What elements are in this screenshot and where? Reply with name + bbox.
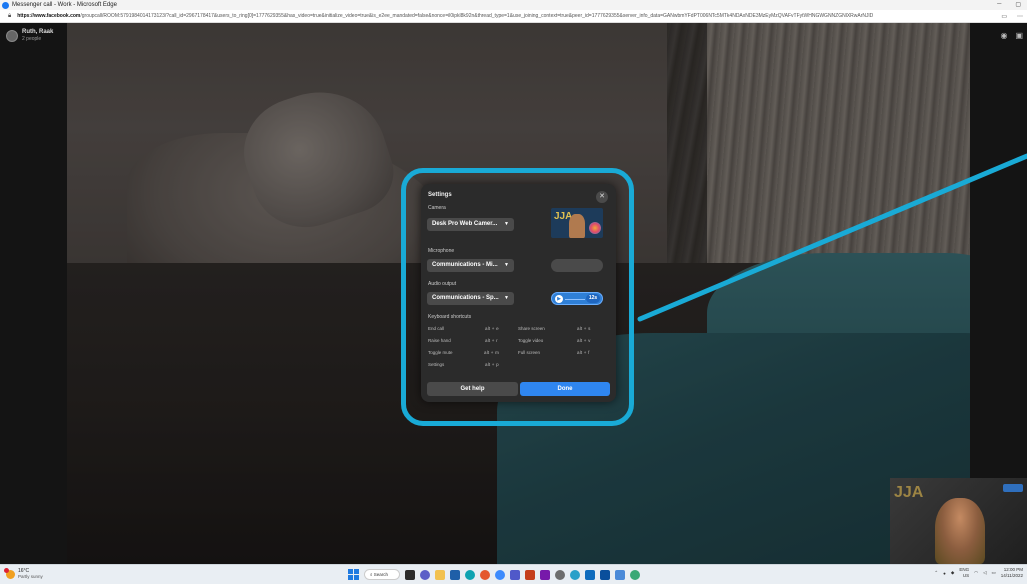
microphone-select-value: Communications - Mi... [432, 262, 498, 268]
dialog-title: Settings [428, 192, 452, 198]
camera-preview: JJA [551, 208, 603, 238]
shortcut-keys: alt + s [577, 326, 591, 331]
file-explorer-icon[interactable] [435, 569, 445, 580]
network-app-icon[interactable]: ● [943, 571, 946, 576]
get-help-button[interactable]: Get help [427, 382, 518, 396]
microphone-select[interactable]: Communications - Mi... ▼ [427, 259, 514, 272]
chevron-up-icon[interactable]: ⌃ [934, 570, 938, 576]
shortcut-keys: alt + m [484, 350, 500, 355]
powerpoint-icon[interactable] [525, 569, 535, 580]
maximize-icon[interactable]: ▢ [1015, 1, 1021, 8]
taskbar-apps: ⌕ Search [348, 569, 640, 580]
outlook-icon[interactable] [585, 569, 595, 580]
shortcut-keys: alt + p [485, 362, 499, 367]
settings-dialog: Settings ✕ Camera Desk Pro Web Camer... … [421, 184, 616, 402]
camera-select[interactable]: Desk Pro Web Camer... ▼ [427, 218, 514, 231]
language-indicator[interactable]: ENG US [959, 567, 969, 579]
shortcut-keys: alt + e [485, 326, 499, 331]
shortcut-keys: alt + f [577, 350, 590, 355]
more-icon[interactable]: ⋯ [1017, 13, 1023, 20]
facebook-icon [2, 1, 9, 9]
shortcut-name: Raise hand [428, 338, 451, 343]
done-button[interactable]: Done [520, 382, 610, 396]
shortcut-name: Toggle mute [428, 350, 453, 355]
shortcut-name: End call [428, 326, 445, 331]
preview-person [569, 214, 585, 238]
microphone-label: Microphone [428, 248, 455, 254]
chevron-down-icon: ▼ [504, 295, 509, 301]
url-host: https://www.facebook.com [17, 13, 81, 19]
mail-icon[interactable] [600, 569, 610, 580]
chat-icon[interactable] [420, 569, 430, 580]
clock[interactable]: 12:00 PM 14/11/2022 [1001, 567, 1023, 579]
audio-test-track [565, 299, 585, 300]
weather-widget[interactable]: 16°C Partly sunny [4, 567, 43, 580]
start-button[interactable] [348, 569, 359, 580]
self-view[interactable]: JJA [890, 478, 1027, 564]
chevron-down-icon: ▼ [504, 262, 509, 268]
shortcut-name: Settings [428, 362, 445, 367]
minimize-icon[interactable]: ─ [997, 1, 1001, 8]
edge-dev-icon[interactable] [570, 569, 580, 580]
audio-test-player[interactable]: ▶ 12s [551, 292, 603, 305]
keyboard-shortcuts-label: Keyboard shortcuts [428, 314, 472, 320]
camera-select-value: Desk Pro Web Camer... [432, 221, 498, 227]
audio-output-select[interactable]: Communications - Sp... ▼ [427, 292, 514, 305]
audio-test-duration: 12s [586, 294, 600, 303]
url-path: /groupcall/ROOM:5791984014173123/?call_i… [80, 13, 874, 19]
chrome-icon[interactable] [480, 569, 490, 580]
preview-flower [589, 222, 601, 234]
microphone-level-meter [551, 259, 603, 272]
url-text[interactable]: https://www.facebook.com/groupcall/ROOM:… [17, 13, 873, 19]
window-titlebar: Messenger call - Work - Microsoft Edge ─… [0, 0, 1027, 10]
lock-icon[interactable]: 🔒︎ [8, 13, 11, 20]
window-title: Messenger call - Work - Microsoft Edge [12, 2, 117, 8]
shortcut-keys: alt + r [485, 338, 498, 343]
search-label: Search [373, 572, 389, 577]
wifi-icon[interactable]: ◠ [974, 570, 978, 576]
taskbar-search[interactable]: ⌕ Search [364, 569, 400, 580]
audio-output-select-value: Communications - Sp... [432, 295, 499, 301]
weather-icon [4, 567, 15, 579]
edge-icon[interactable] [465, 569, 475, 580]
teams-icon[interactable] [510, 569, 520, 580]
system-tray: ⌃ ● ◆ ENG US ◠ ◁ ▭ 12:00 PM 14/11/2022 [934, 567, 1023, 579]
self-view-logo [1003, 484, 1023, 492]
shortcut-name: Full screen [518, 350, 541, 355]
store-icon[interactable] [450, 569, 460, 580]
battery-icon[interactable]: ▭ [992, 570, 996, 576]
notification-badge [4, 567, 9, 573]
chevron-down-icon: ▼ [504, 221, 509, 227]
taskbar: 16°C Partly sunny ⌕ Search ⌃ ● ◆ ENG US … [0, 564, 1027, 584]
messenger-icon[interactable] [495, 569, 505, 580]
region: US [962, 573, 970, 578]
audio-output-label: Audio output [428, 281, 457, 287]
notepad-icon[interactable] [615, 569, 625, 580]
settings-icon[interactable] [555, 569, 565, 580]
photos-icon[interactable] [630, 569, 640, 580]
read-aloud-icon[interactable]: ▭ [1001, 13, 1007, 20]
task-view-icon[interactable] [405, 569, 415, 580]
address-bar[interactable]: 🔒︎ https://www.facebook.com/groupcall/RO… [0, 10, 1027, 23]
weather-desc: Partly sunny [18, 574, 43, 579]
shortcut-name: Toggle video [518, 338, 544, 343]
self-view-person [935, 498, 985, 564]
security-icon[interactable]: ◆ [951, 570, 954, 576]
shortcut-name: Share screen [518, 326, 545, 331]
self-view-banner: JJA [894, 484, 924, 501]
camera-label: Camera [428, 205, 446, 211]
onenote-icon[interactable] [540, 569, 550, 580]
volume-icon[interactable]: ◁ [983, 570, 986, 576]
close-icon[interactable]: ✕ [596, 191, 608, 203]
date: 14/11/2022 [1000, 573, 1023, 578]
shortcut-keys: alt + v [577, 338, 591, 343]
play-icon[interactable]: ▶ [555, 295, 563, 303]
